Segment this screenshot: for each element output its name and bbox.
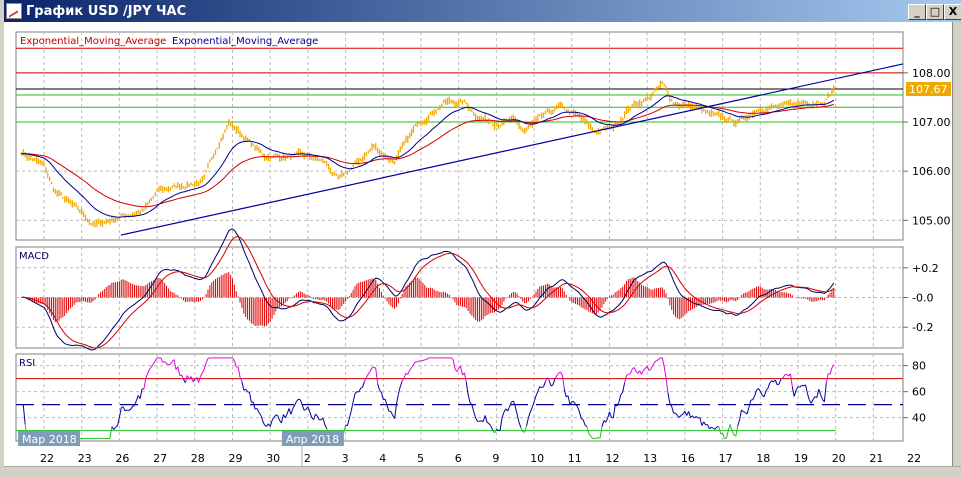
time-axis-label: 16 bbox=[681, 452, 695, 465]
rsi-axis-label: 40 bbox=[912, 412, 926, 425]
macd-axis-label: -0.0 bbox=[912, 292, 933, 305]
time-axis-label: 12 bbox=[606, 452, 620, 465]
month-badge-label: Мар 2018 bbox=[22, 433, 77, 446]
price-panel: 105.00 106.00 107.00 108.00 107.67 bbox=[15, 31, 951, 241]
price-axis-label: 105.00 bbox=[912, 214, 951, 227]
time-axis-label: 19 bbox=[794, 452, 808, 465]
time-axis-label: 2 bbox=[304, 452, 311, 465]
chart-window: График USD /JPY ЧАС _ □ X 105.00 106.00 10… bbox=[0, 0, 961, 477]
macd-axis-label: -0.2 bbox=[912, 321, 933, 334]
time-axis-label: 18 bbox=[756, 452, 770, 465]
time-axis-label: 21 bbox=[869, 452, 883, 465]
price-axis-label: 107.00 bbox=[912, 116, 951, 129]
time-axis-label: 10 bbox=[530, 452, 544, 465]
time-axis-label: 4 bbox=[379, 452, 386, 465]
month-badge-label: Апр 2018 bbox=[286, 433, 339, 446]
rsi-segment bbox=[207, 357, 211, 359]
time-axis-label: 22 bbox=[907, 452, 921, 465]
time-axis-label: 29 bbox=[229, 452, 243, 465]
time-axis-label: 17 bbox=[719, 452, 733, 465]
time-axis-label: 3 bbox=[342, 452, 349, 465]
rsi-segment bbox=[422, 359, 425, 361]
rsi-label: RSI bbox=[19, 358, 35, 369]
price-axis-label: 108.00 bbox=[912, 67, 951, 80]
rsi-segment bbox=[424, 358, 427, 361]
time-axis-label: 6 bbox=[455, 452, 462, 465]
time-axis-label: 13 bbox=[643, 452, 657, 465]
time-axis-label: 23 bbox=[78, 452, 92, 465]
time-axis-label: 9 bbox=[492, 452, 499, 465]
time-axis-label: 11 bbox=[568, 452, 582, 465]
time-axis-label: 27 bbox=[153, 452, 167, 465]
legend-ema-fast: Exponential_Moving_Average bbox=[172, 36, 318, 47]
legend-ema-slow: Exponential_Moving_Average bbox=[20, 36, 166, 47]
rsi-axis-label: 60 bbox=[912, 386, 926, 399]
time-axis-label: 30 bbox=[266, 452, 280, 465]
price-axis-label: 106.00 bbox=[912, 165, 951, 178]
time-axis-label: 5 bbox=[417, 452, 424, 465]
time-axis-label: 26 bbox=[115, 452, 129, 465]
window-frame-right bbox=[952, 22, 961, 477]
macd-panel: +0.2 -0.0 -0.2 bbox=[15, 228, 939, 351]
time-axis-label: 22 bbox=[40, 452, 54, 465]
rsi-axis-label: 80 bbox=[912, 360, 926, 373]
macd-axis-label: +0.2 bbox=[912, 262, 939, 275]
rsi-segment bbox=[298, 398, 301, 401]
last-price-label: 107.67 bbox=[909, 83, 948, 96]
time-axis-label: 20 bbox=[832, 452, 846, 465]
time-axis-label: 28 bbox=[191, 452, 205, 465]
chart-canvas[interactable]: 105.00 106.00 107.00 108.00 107.67 +0.2 -0.0 -… bbox=[0, 0, 961, 477]
window-frame-bottom bbox=[4, 466, 961, 477]
price-frame bbox=[15, 31, 904, 241]
rsi-panel: 80 60 40 bbox=[15, 353, 926, 442]
macd-label: MACD bbox=[19, 251, 49, 262]
